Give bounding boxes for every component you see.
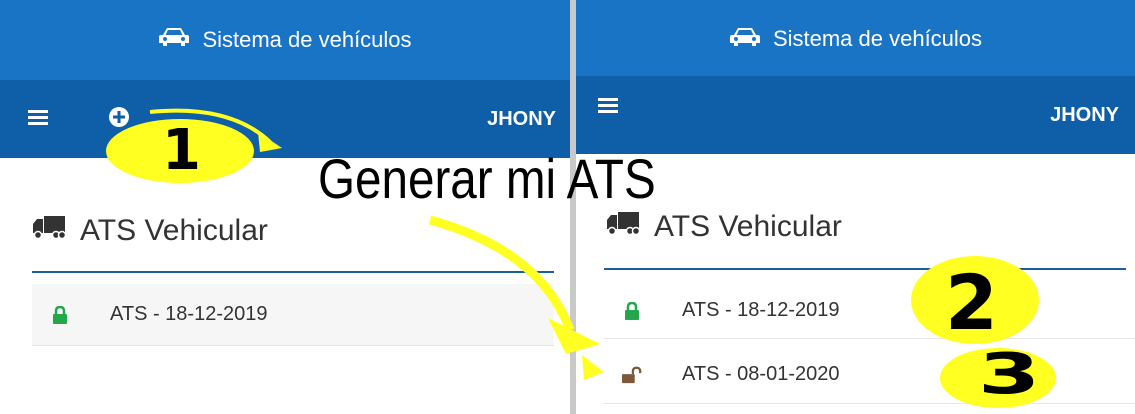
ats-item-label: ATS - 18-12-2019 <box>682 299 840 321</box>
app-header: Sistema de vehículos <box>576 0 1135 76</box>
ats-list-item[interactable]: ATS - 18-12-2019 <box>32 284 554 346</box>
step2-number: 2 <box>945 258 998 347</box>
step1-number: 1 <box>162 118 201 183</box>
section-title-label: ATS Vehicular <box>80 214 268 247</box>
navbar: JHONY <box>576 76 1135 154</box>
step3-number: 3 <box>978 342 1041 407</box>
lock-icon <box>622 301 642 320</box>
truck-icon <box>32 214 67 248</box>
ats-list-item[interactable]: ATS - 18-12-2019 <box>604 283 1135 339</box>
car-icon <box>729 26 761 54</box>
unlock-icon <box>622 366 642 384</box>
ats-list-item[interactable]: ATS - 08-01-2020 <box>604 346 1135 404</box>
app-title: Sistema de vehículos <box>202 27 412 52</box>
car-icon <box>158 26 190 54</box>
section-title: ATS Vehicular <box>606 210 842 244</box>
right-panel: Sistema de vehículos JHONY ATS Vehicular… <box>576 0 1135 414</box>
section-divider <box>32 271 554 273</box>
app-header: Sistema de vehículos <box>0 0 570 80</box>
ats-item-label: ATS - 18-12-2019 <box>110 303 268 325</box>
app-title: Sistema de vehículos <box>772 26 983 51</box>
hamburger-menu-icon[interactable] <box>598 98 618 119</box>
lock-icon <box>50 305 70 324</box>
ats-item-label: ATS - 08-01-2020 <box>682 363 840 385</box>
user-name[interactable]: JHONY <box>1050 104 1119 127</box>
section-divider <box>604 268 1126 270</box>
user-name[interactable]: JHONY <box>487 108 556 131</box>
section-title-label: ATS Vehicular <box>654 210 842 243</box>
truck-icon <box>606 210 641 244</box>
section-title: ATS Vehicular <box>32 214 268 248</box>
plus-circle-icon[interactable] <box>108 106 130 133</box>
hamburger-menu-icon[interactable] <box>28 110 48 131</box>
annotation-caption: Generar mi ATS <box>318 147 656 210</box>
